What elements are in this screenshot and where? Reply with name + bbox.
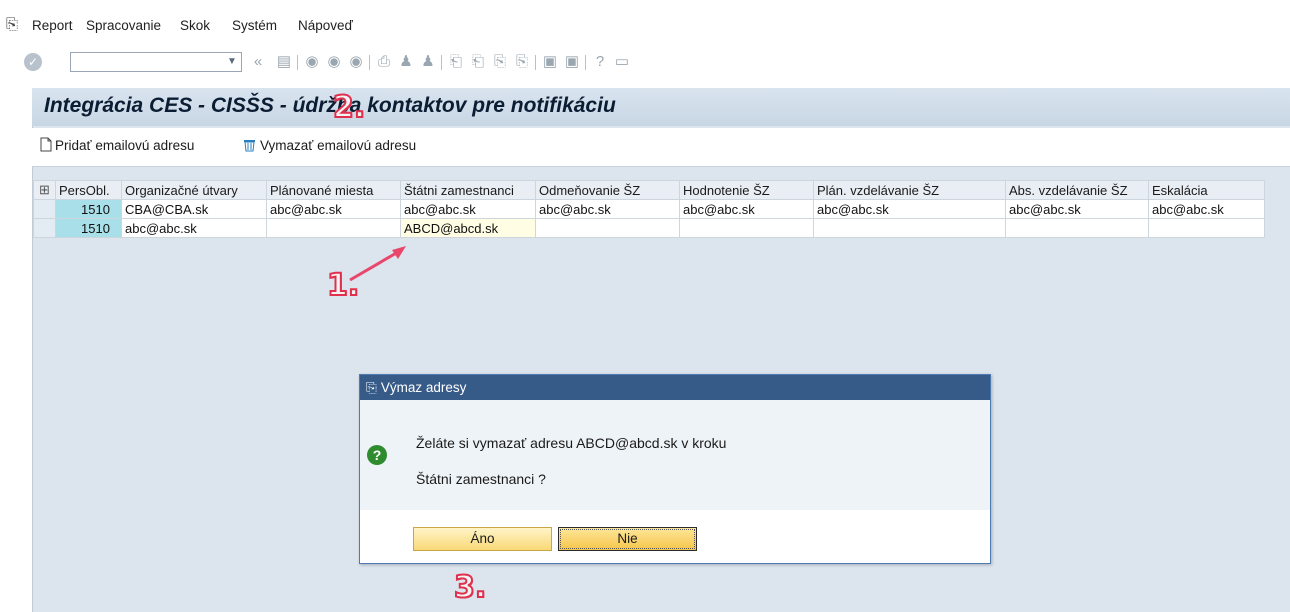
table-cell[interactable] (535, 218, 680, 238)
back-icon[interactable]: « (250, 54, 266, 70)
enter-check-icon[interactable]: ✓ (24, 53, 42, 71)
yes-button[interactable]: Áno (413, 527, 552, 551)
table-cell[interactable]: abc@abc.sk (1005, 199, 1149, 219)
delete-email-label: Vymazať emailovú adresu (260, 138, 417, 153)
layout-icon[interactable]: ▭ (614, 54, 630, 70)
table-cell[interactable]: abc@abc.sk (535, 199, 680, 219)
dialog-button-area: Áno Nie (360, 510, 990, 563)
cancel-icon[interactable]: ◉ (348, 54, 364, 70)
standard-toolbar: ✓ ▼ « ▤ ◉ ◉ ◉ ⎙ ♟ ♟ ⎗ ⎗ ⎘ ⎘ ▣ ▣ ? ▭ (0, 48, 1290, 78)
table-cell[interactable]: abc@abc.sk (400, 199, 536, 219)
dialog-title: Výmaz adresy (380, 380, 467, 395)
new-document-icon (40, 137, 52, 155)
table-cell[interactable]: abc@abc.sk (266, 199, 401, 219)
last-page-icon[interactable]: ⎘ (514, 54, 530, 70)
first-page-icon[interactable]: ⎗ (448, 54, 464, 70)
find-icon[interactable]: ♟ (398, 54, 414, 70)
table-cell[interactable]: 1510 (55, 199, 122, 219)
shortcut-icon[interactable]: ▣ (564, 54, 580, 70)
dialog-message-line2: Štátni zamestnanci ? (416, 471, 546, 487)
table-cell[interactable] (1148, 218, 1265, 238)
table-row[interactable]: 1510 CBA@CBA.sk abc@abc.sk abc@abc.sk ab… (33, 199, 1265, 219)
selected-cell[interactable]: ABCD@abcd.sk (400, 218, 536, 238)
trash-icon (242, 137, 257, 155)
table-cell[interactable]: 1510 (55, 218, 122, 238)
column-header[interactable]: PersObl. (55, 180, 122, 200)
menu-icon[interactable]: ⎘ (6, 16, 18, 33)
title-bar: Integrácia CES - CISŠS - údržba kontakto… (32, 88, 1290, 126)
find-next-icon[interactable]: ♟ (420, 54, 436, 70)
column-header[interactable]: Hodnotenie ŠZ (679, 180, 814, 200)
exit-icon[interactable]: ◉ (326, 54, 342, 70)
row-selector[interactable] (33, 199, 56, 219)
dialog-window-icon: ⎘ (366, 380, 377, 395)
table-cell[interactable] (813, 218, 1006, 238)
column-header[interactable]: Organizačné útvary (121, 180, 267, 200)
select-all-icon[interactable]: ⊞ (33, 180, 56, 200)
print-icon[interactable]: ⎙ (376, 54, 392, 70)
dialog-title-bar[interactable]: ⎘ Výmaz adresy (360, 375, 990, 400)
next-page-icon[interactable]: ⎘ (492, 54, 508, 70)
delete-email-button[interactable]: Vymazať emailovú adresu (242, 137, 416, 155)
application-toolbar: Pridať emailovú adresu Vymazať emailovú … (32, 128, 1290, 167)
toolbar-separator (585, 55, 586, 70)
menu-skok[interactable]: Skok (180, 18, 210, 33)
no-button[interactable]: Nie (558, 527, 697, 551)
table-cell[interactable]: abc@abc.sk (813, 199, 1006, 219)
question-icon: ? (367, 445, 387, 465)
table-row[interactable]: 1510 abc@abc.sk ABCD@abcd.sk (33, 218, 1265, 238)
table-cell[interactable] (1005, 218, 1149, 238)
row-selector[interactable] (33, 218, 56, 238)
menu-system[interactable]: Systém (232, 18, 277, 33)
toolbar-separator (369, 55, 370, 70)
dialog-message-line1: Želáte si vymazať adresu ABCD@abcd.sk v … (416, 435, 727, 451)
menu-bar: ⎘ Report Spracovanie Skok Systém Nápoveď (0, 14, 1290, 40)
table-cell[interactable]: abc@abc.sk (121, 218, 267, 238)
table-cell[interactable]: CBA@CBA.sk (121, 199, 267, 219)
nav-back-icon[interactable]: ◉ (304, 54, 320, 70)
column-header[interactable]: Eskalácia (1148, 180, 1265, 200)
help-icon[interactable]: ? (592, 54, 608, 70)
contacts-grid: ⊞ PersObl. Organizačné útvary Plánované … (33, 180, 1265, 238)
chevron-down-icon[interactable]: ▼ (223, 53, 241, 71)
column-header[interactable]: Plánované miesta (266, 180, 401, 200)
toolbar-separator (535, 55, 536, 70)
table-cell[interactable]: abc@abc.sk (1148, 199, 1265, 219)
save-icon[interactable]: ▤ (276, 54, 292, 70)
add-email-label: Pridať emailovú adresu (55, 138, 195, 153)
toolbar-separator (441, 55, 442, 70)
column-header[interactable]: Odmeňovanie ŠZ (535, 180, 680, 200)
annotation-label-3: 3. (453, 569, 487, 606)
menu-napoved[interactable]: Nápoveď (298, 18, 353, 33)
table-cell[interactable]: abc@abc.sk (679, 199, 814, 219)
command-field[interactable] (70, 52, 242, 72)
menu-spracovanie[interactable]: Spracovanie (86, 18, 161, 33)
delete-address-dialog: ⎘ Výmaz adresy ? Želáte si vymazať adresu… (359, 374, 991, 564)
menu-report[interactable]: Report (32, 18, 73, 33)
new-session-icon[interactable]: ▣ (542, 54, 558, 70)
column-header[interactable]: Plán. vzdelávanie ŠZ (813, 180, 1006, 200)
annotation-label-1: 1. (326, 267, 360, 304)
page-title: Integrácia CES - CISŠS - údržba kontakto… (44, 94, 616, 117)
toolbar-separator (297, 55, 298, 70)
column-header[interactable]: Abs. vzdelávanie ŠZ (1005, 180, 1149, 200)
grid-header-row: ⊞ PersObl. Organizačné útvary Plánované … (33, 180, 1265, 200)
annotation-label-2: 2. (332, 89, 366, 126)
previous-page-icon[interactable]: ⎗ (470, 54, 486, 70)
add-email-button[interactable]: Pridať emailovú adresu (40, 137, 194, 155)
table-cell[interactable] (266, 218, 401, 238)
column-header[interactable]: Štátni zamestnanci (400, 180, 536, 200)
table-cell[interactable] (679, 218, 814, 238)
